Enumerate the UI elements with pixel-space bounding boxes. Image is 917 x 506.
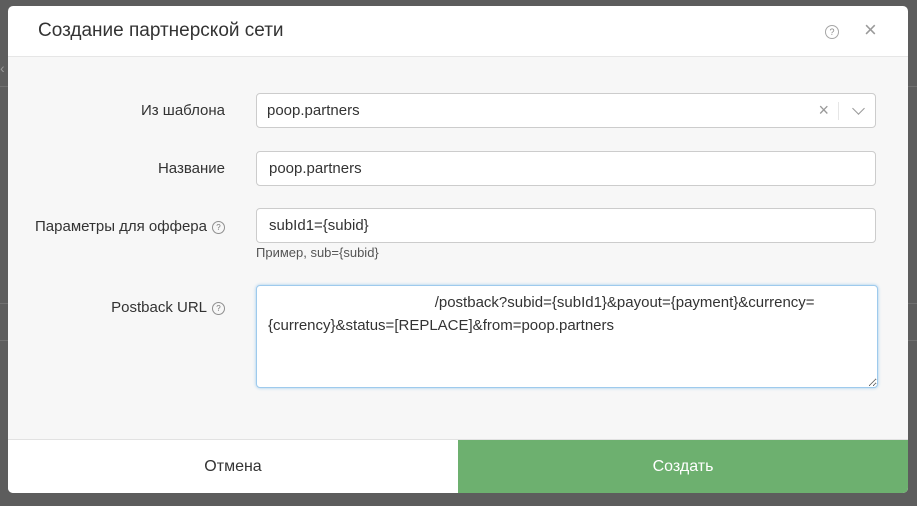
name-label: Название xyxy=(158,160,225,177)
select-separator xyxy=(838,102,839,120)
question-icon[interactable]: ? xyxy=(212,302,225,315)
cancel-button[interactable]: Отмена xyxy=(8,440,458,493)
offer-params-hint: Пример, sub={subid} xyxy=(256,245,379,260)
backdrop-chevron-icon: ‹ xyxy=(0,60,5,76)
create-button[interactable]: Создать xyxy=(458,440,908,493)
modal-title: Создание партнерской сети xyxy=(38,20,284,41)
clear-icon[interactable]: × xyxy=(818,100,829,121)
create-network-modal: Создание партнерской сети ? × Из шаблона… xyxy=(8,6,908,493)
question-icon[interactable]: ? xyxy=(212,221,225,234)
name-label-text: Название xyxy=(157,160,225,177)
name-input[interactable] xyxy=(256,151,876,186)
postback-label-text: Postback URL xyxy=(111,299,207,316)
offer-params-input[interactable] xyxy=(256,208,876,243)
offer-params-label: Параметры для оффера? xyxy=(35,218,225,235)
template-label-text: Из шаблона xyxy=(140,102,225,119)
close-icon[interactable]: × xyxy=(864,19,877,41)
postback-label: Postback URL? xyxy=(111,299,225,316)
template-select[interactable]: poop.partners × xyxy=(256,93,876,128)
template-label: Из шаблона xyxy=(141,102,225,119)
template-select-value: poop.partners xyxy=(267,102,360,119)
help-icon[interactable]: ? xyxy=(825,25,839,39)
modal-footer: Отмена Создать xyxy=(8,439,908,493)
offer-params-label-text: Параметры для оффера xyxy=(35,218,207,235)
modal-header: Создание партнерской сети ? × xyxy=(8,6,908,57)
postback-url-textarea[interactable]: /postback?subid={subId1}&payout={payment… xyxy=(256,285,878,388)
chevron-down-icon[interactable] xyxy=(852,102,865,115)
modal-body: Из шаблона poop.partners × Название Пара… xyxy=(8,57,908,439)
